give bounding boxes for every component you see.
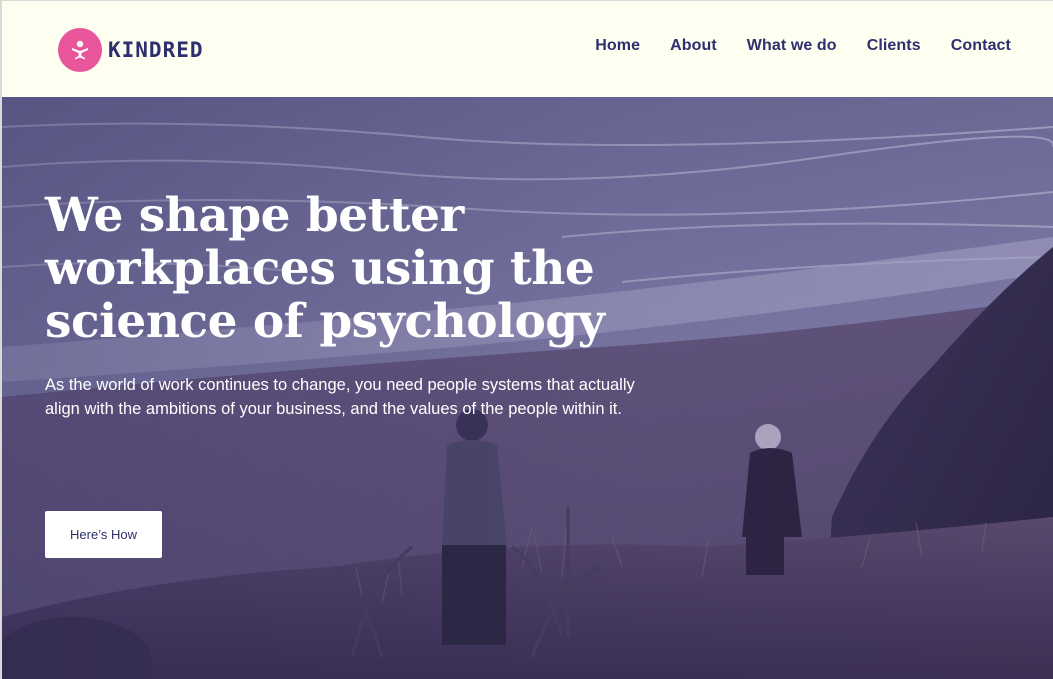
site-header: KINDRED Home About What we do Clients Co…: [2, 1, 1053, 97]
nav-what-we-do[interactable]: What we do: [747, 37, 837, 55]
browser-viewport: KINDRED Home About What we do Clients Co…: [0, 0, 1053, 679]
hero-subtitle: As the world of work continues to change…: [45, 376, 635, 418]
nav-contact[interactable]: Contact: [951, 37, 1011, 55]
logo-wordmark: KINDRED: [108, 38, 204, 62]
main-nav: Home About What we do Clients Contact: [595, 37, 1011, 55]
hero-title: We shape better workplaces using the sci…: [45, 188, 605, 349]
heres-how-button[interactable]: Here’s How: [45, 511, 162, 558]
nav-home[interactable]: Home: [595, 37, 640, 55]
nav-clients[interactable]: Clients: [867, 37, 921, 55]
nav-about[interactable]: About: [670, 37, 717, 55]
hero-section: We shape better workplaces using the sci…: [2, 97, 1053, 679]
logo-link[interactable]: KINDRED: [58, 28, 204, 72]
logo-icon: [58, 28, 102, 72]
